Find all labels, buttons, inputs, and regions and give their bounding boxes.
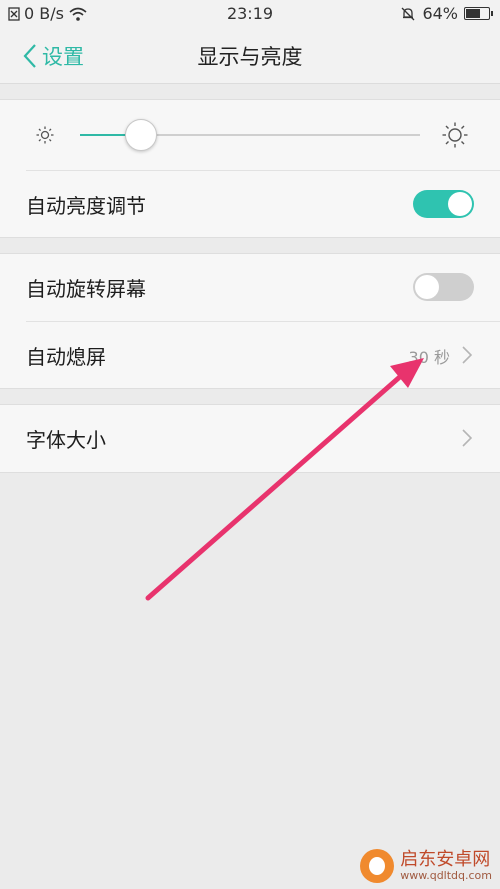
battery-percent: 64% xyxy=(422,4,458,23)
page-title: 显示与亮度 xyxy=(197,45,303,69)
font-size-row[interactable]: 字体大小 xyxy=(0,405,500,472)
auto-rotate-toggle[interactable] xyxy=(413,273,474,301)
auto-brightness-row[interactable]: 自动亮度调节 xyxy=(26,170,500,237)
brightness-card: 自动亮度调节 xyxy=(0,99,500,238)
status-right: 64% xyxy=(400,4,493,23)
auto-brightness-toggle[interactable] xyxy=(413,190,474,218)
toggle-knob xyxy=(448,192,472,216)
toggle-knob xyxy=(415,275,439,299)
brightness-slider-row xyxy=(0,100,500,170)
brightness-low-icon xyxy=(36,126,54,144)
mute-bell-icon xyxy=(401,7,415,20)
screen-timeout-row[interactable]: 自动熄屏 30 秒 xyxy=(26,321,500,388)
auto-brightness-label: 自动亮度调节 xyxy=(26,193,146,218)
screen-timeout-label: 自动熄屏 xyxy=(26,344,106,369)
font-size-label: 字体大小 xyxy=(26,428,106,452)
auto-rotate-label: 自动旋转屏幕 xyxy=(26,277,146,301)
battery-fill xyxy=(466,9,481,18)
watermark-logo xyxy=(360,849,395,883)
brightness-slider[interactable] xyxy=(80,119,420,151)
watermark-title: 启东安卓网 xyxy=(400,848,491,870)
screen-card: 自动旋转屏幕 自动熄屏 30 秒 xyxy=(0,253,500,389)
auto-rotate-row[interactable]: 自动旋转屏幕 xyxy=(0,254,500,321)
screen-timeout-value: 30 秒 xyxy=(408,348,450,367)
status-bar: 0 B/s 23:19 64% xyxy=(0,0,500,28)
battery-icon xyxy=(464,7,493,20)
chevron-right-icon xyxy=(462,429,472,447)
watermark: 启东安卓网 www.qdltdq.com xyxy=(360,849,492,883)
navigation-bar: 设置 显示与亮度 xyxy=(0,28,500,84)
brightness-high-icon xyxy=(442,122,468,148)
chevron-right-icon xyxy=(462,346,472,364)
font-card: 字体大小 xyxy=(0,404,500,473)
brightness-slider-thumb[interactable] xyxy=(125,119,158,151)
watermark-url: www.qdltdq.com xyxy=(400,868,492,882)
watermark-text: 启东安卓网 www.qdltdq.com xyxy=(400,848,492,882)
